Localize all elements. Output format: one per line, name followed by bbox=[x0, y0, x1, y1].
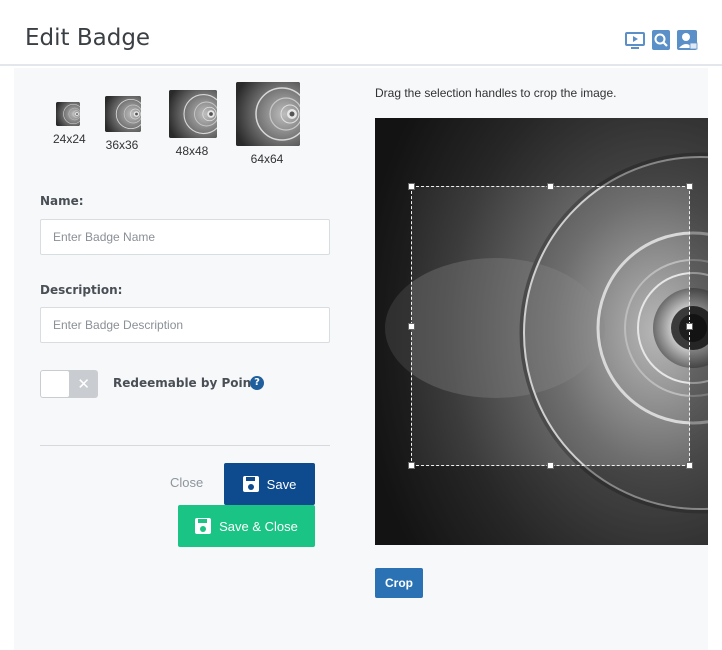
header-icon-group bbox=[624, 29, 698, 51]
save-and-close-label: Save & Close bbox=[219, 518, 298, 534]
crop-handle-nw[interactable] bbox=[408, 183, 415, 190]
help-icon[interactable]: ? bbox=[250, 376, 264, 390]
page-title: Edit Badge bbox=[25, 25, 151, 51]
thumbnail-label: 64x64 bbox=[250, 152, 284, 166]
crop-instructions: Drag the selection handles to crop the i… bbox=[375, 86, 617, 100]
crop-handle-sw[interactable] bbox=[408, 462, 415, 469]
edit-badge-panel: 24x24 36x36 48x48 64x64 Name: Descriptio… bbox=[14, 68, 708, 650]
redeemable-toggle[interactable]: ✕ bbox=[40, 370, 98, 398]
search-page-icon[interactable] bbox=[650, 29, 672, 51]
save-button[interactable]: Save bbox=[224, 463, 315, 505]
close-link[interactable]: Close bbox=[170, 475, 203, 490]
toggle-knob bbox=[41, 371, 69, 397]
badge-preview-24 bbox=[56, 102, 80, 126]
redeemable-label: Redeemable by Points bbox=[113, 376, 265, 390]
floppy-disk-icon bbox=[242, 476, 259, 492]
floppy-disk-icon bbox=[195, 518, 212, 534]
crop-image-area[interactable] bbox=[375, 118, 708, 545]
user-card-icon[interactable] bbox=[676, 29, 698, 51]
badge-description-input[interactable] bbox=[40, 307, 330, 343]
thumbnail-label: 24x24 bbox=[53, 132, 86, 146]
crop-handle-s[interactable] bbox=[547, 462, 554, 469]
crop-handle-w[interactable] bbox=[408, 323, 415, 330]
crop-handle-se[interactable] bbox=[686, 462, 693, 469]
thumbnail-24: 24x24 bbox=[53, 102, 86, 146]
thumbnail-64: 64x64 bbox=[234, 82, 300, 166]
badge-preview-36 bbox=[105, 96, 141, 132]
badge-preview-48 bbox=[169, 90, 217, 138]
save-button-label: Save bbox=[266, 476, 297, 492]
form-divider bbox=[40, 445, 330, 446]
thumbnail-label: 48x48 bbox=[175, 144, 209, 158]
video-icon[interactable] bbox=[624, 29, 646, 51]
page-header: Edit Badge bbox=[0, 0, 722, 66]
badge-size-previews: 24x24 36x36 48x48 64x64 bbox=[14, 68, 354, 178]
thumbnail-36: 36x36 bbox=[102, 96, 142, 152]
save-and-close-button[interactable]: Save & Close bbox=[178, 505, 315, 547]
name-label: Name: bbox=[40, 194, 84, 208]
crop-handle-ne[interactable] bbox=[686, 183, 693, 190]
badge-name-input[interactable] bbox=[40, 219, 330, 255]
crop-handle-e[interactable] bbox=[686, 323, 693, 330]
close-x-icon: ✕ bbox=[77, 375, 90, 393]
crop-handle-n[interactable] bbox=[547, 183, 554, 190]
crop-selection-box[interactable] bbox=[408, 183, 693, 469]
description-label: Description: bbox=[40, 283, 123, 297]
thumbnail-48: 48x48 bbox=[166, 90, 218, 158]
crop-button[interactable]: Crop bbox=[375, 568, 423, 598]
thumbnail-label: 36x36 bbox=[105, 138, 139, 152]
badge-preview-64 bbox=[236, 82, 300, 146]
